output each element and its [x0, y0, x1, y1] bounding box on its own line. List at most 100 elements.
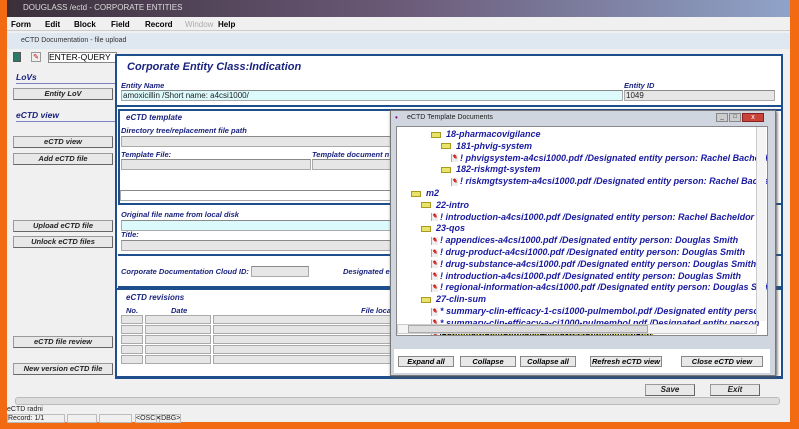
- template-extra-field[interactable]: [120, 190, 392, 201]
- tree-folder-node[interactable]: 18-pharmacovigilance: [431, 128, 541, 140]
- revision-cell-file-location[interactable]: [213, 315, 393, 324]
- exit-door-icon[interactable]: [13, 52, 21, 62]
- menu-bar: Form Edit Block Field Record Window Help: [7, 18, 790, 31]
- tree-file-node[interactable]: ✎! appendices-a4csi1000.pdf /Designated …: [431, 234, 738, 246]
- menu-record[interactable]: Record: [145, 20, 173, 29]
- entity-id-field[interactable]: 1049: [624, 90, 775, 101]
- unlock-ectd-files-button[interactable]: Unlock eCTD files: [13, 236, 113, 248]
- cloud-id-field[interactable]: [251, 266, 309, 277]
- revision-cell-file-location[interactable]: [213, 355, 393, 364]
- close-icon[interactable]: x: [742, 113, 764, 122]
- horizontal-scrollbar[interactable]: [15, 397, 780, 405]
- original-file-label: Original file name from local disk: [121, 210, 239, 219]
- revision-cell-no[interactable]: [121, 335, 143, 344]
- record-indicator: Record: 1/1: [7, 414, 65, 423]
- expand-all-button[interactable]: Expand all: [398, 356, 454, 367]
- entity-lov-button[interactable]: Entity LoV: [13, 88, 113, 100]
- tree-file-node[interactable]: ✎! introduction-a4csi1000.pdf /Designate…: [431, 211, 754, 223]
- tree-vertical-scrollbar[interactable]: [756, 127, 766, 321]
- tree-file-node[interactable]: ✎! drug-product-a4csi1000.pdf /Designate…: [431, 246, 745, 258]
- revision-cell-no[interactable]: [121, 355, 143, 364]
- upload-ectd-file-button[interactable]: Upload eCTD file: [13, 220, 113, 232]
- original-file-field[interactable]: [121, 220, 393, 231]
- status-cell: [99, 414, 132, 423]
- pdf-file-icon: ✎: [431, 248, 438, 257]
- menu-form[interactable]: Form: [11, 20, 31, 29]
- pdf-file-icon: ✎: [431, 272, 438, 281]
- template-document-label: Template document n: [312, 150, 390, 159]
- minimize-icon[interactable]: _: [716, 113, 728, 122]
- column-header-date: Date: [171, 306, 188, 315]
- revision-cell-date[interactable]: [145, 325, 211, 334]
- tree-file-node[interactable]: ✎! riskmgtsystem-a4csi1000.pdf /Designat…: [451, 175, 767, 187]
- tree-folder-node[interactable]: 182-riskmgt-system: [441, 163, 541, 175]
- revision-cell-file-location[interactable]: [213, 325, 393, 334]
- tree-node-label: ! regional-information-a4csi1000.pdf /De…: [440, 282, 768, 293]
- tree-file-node[interactable]: ✎! phvigsystem-a4csi1000.pdf /Designated…: [451, 152, 768, 164]
- tree-folder-node[interactable]: 27-clin-sum: [421, 293, 486, 305]
- revision-cell-file-location[interactable]: [213, 345, 393, 354]
- folder-icon: [431, 131, 441, 138]
- menu-edit[interactable]: Edit: [45, 20, 60, 29]
- tree-file-node[interactable]: ✎! regional-information-a4csi1000.pdf /D…: [431, 281, 768, 293]
- template-file-field[interactable]: [121, 159, 311, 170]
- pdf-file-icon: ✎: [431, 236, 438, 245]
- ectd-view-button[interactable]: eCTD view: [13, 136, 113, 148]
- pdf-file-icon: ✎: [431, 307, 438, 316]
- document-tree[interactable]: 18-pharmacovigilance 181-phvig-system ✎! p…: [396, 126, 768, 336]
- window-title: DOUGLASS /ectd - CORPORATE ENTITIES: [23, 3, 183, 12]
- maximize-icon[interactable]: □: [729, 113, 741, 122]
- menu-block[interactable]: Block: [74, 20, 96, 29]
- enter-query-button[interactable]: ENTER-QUERY: [48, 52, 117, 63]
- title-field[interactable]: [121, 240, 393, 251]
- revision-cell-no[interactable]: [121, 315, 143, 324]
- app-icon: •: [395, 113, 398, 122]
- revision-cell-date[interactable]: [145, 345, 211, 354]
- entity-name-field[interactable]: amoxicillin /Short name: a4csi1000/: [121, 90, 623, 101]
- tree-horizontal-scrollbar[interactable]: [397, 324, 757, 334]
- new-version-ectd-file-button[interactable]: New version eCTD file: [13, 363, 113, 375]
- tree-node-label: ! introduction-a4csi1000.pdf /Designated…: [440, 211, 755, 222]
- tree-file-node[interactable]: ✎! drug-substance-a4csi1000.pdf /Designa…: [431, 258, 756, 270]
- revision-cell-no[interactable]: [121, 325, 143, 334]
- ectd-template-heading: eCTD template: [126, 113, 183, 122]
- revision-cell-date[interactable]: [145, 335, 211, 344]
- collapse-all-button[interactable]: Collapse all: [520, 356, 576, 367]
- tree-folder-node[interactable]: 181-phvig-system: [441, 140, 532, 152]
- tree-node-label: 18-pharmacovigilance: [446, 129, 541, 139]
- save-button[interactable]: Save: [645, 384, 695, 396]
- revision-cell-no[interactable]: [121, 345, 143, 354]
- dialog-title: eCTD Template Documents: [407, 114, 493, 121]
- tree-file-node[interactable]: ✎ * summary-clin-efficacy-1-csi1000-pulme…: [431, 305, 764, 317]
- menu-help[interactable]: Help: [218, 20, 235, 29]
- tree-node-label: ! phvigsystem-a4csi1000.pdf /Designated …: [460, 152, 768, 163]
- tree-folder-node[interactable]: 23-qos: [421, 222, 465, 234]
- template-file-label: Template File:: [121, 150, 172, 159]
- menu-field[interactable]: Field: [111, 20, 130, 29]
- close-ectd-view-button[interactable]: Close eCTD view: [681, 356, 763, 367]
- revision-cell-date[interactable]: [145, 355, 211, 364]
- tree-folder-node[interactable]: 22-intro: [421, 199, 469, 211]
- tree-folder-node[interactable]: m2: [411, 187, 439, 199]
- revision-cell-date[interactable]: [145, 315, 211, 324]
- menu-window: Window: [185, 20, 214, 29]
- tree-file-node[interactable]: ✎! introduction-a4csi1000.pdf /Designate…: [431, 270, 741, 282]
- exit-button[interactable]: Exit: [710, 384, 760, 396]
- directory-path-field[interactable]: [121, 136, 391, 147]
- folder-icon: [441, 167, 451, 174]
- add-ectd-file-button[interactable]: Add eCTD file: [13, 153, 113, 165]
- folder-icon: [421, 226, 431, 233]
- form-title: eCTD Documentation - file upload: [7, 33, 790, 49]
- ectd-file-review-button[interactable]: eCTD file review: [13, 336, 113, 348]
- revision-cell-file-location[interactable]: [213, 335, 393, 344]
- collapse-button[interactable]: Collapse: [460, 356, 516, 367]
- folder-icon: [421, 202, 431, 209]
- tree-node-label: ! introduction-a4csi1000.pdf /Designated…: [440, 270, 742, 281]
- tree-node-label: m2: [426, 188, 440, 198]
- entity-id-label: Entity ID: [624, 81, 655, 90]
- pdf-file-icon: ✎: [431, 284, 438, 293]
- pdf-file-icon: ✎: [431, 260, 438, 269]
- template-document-field[interactable]: [312, 159, 392, 170]
- refresh-ectd-view-button[interactable]: Refresh eCTD view: [590, 356, 662, 367]
- clear-icon[interactable]: ✎: [31, 52, 41, 62]
